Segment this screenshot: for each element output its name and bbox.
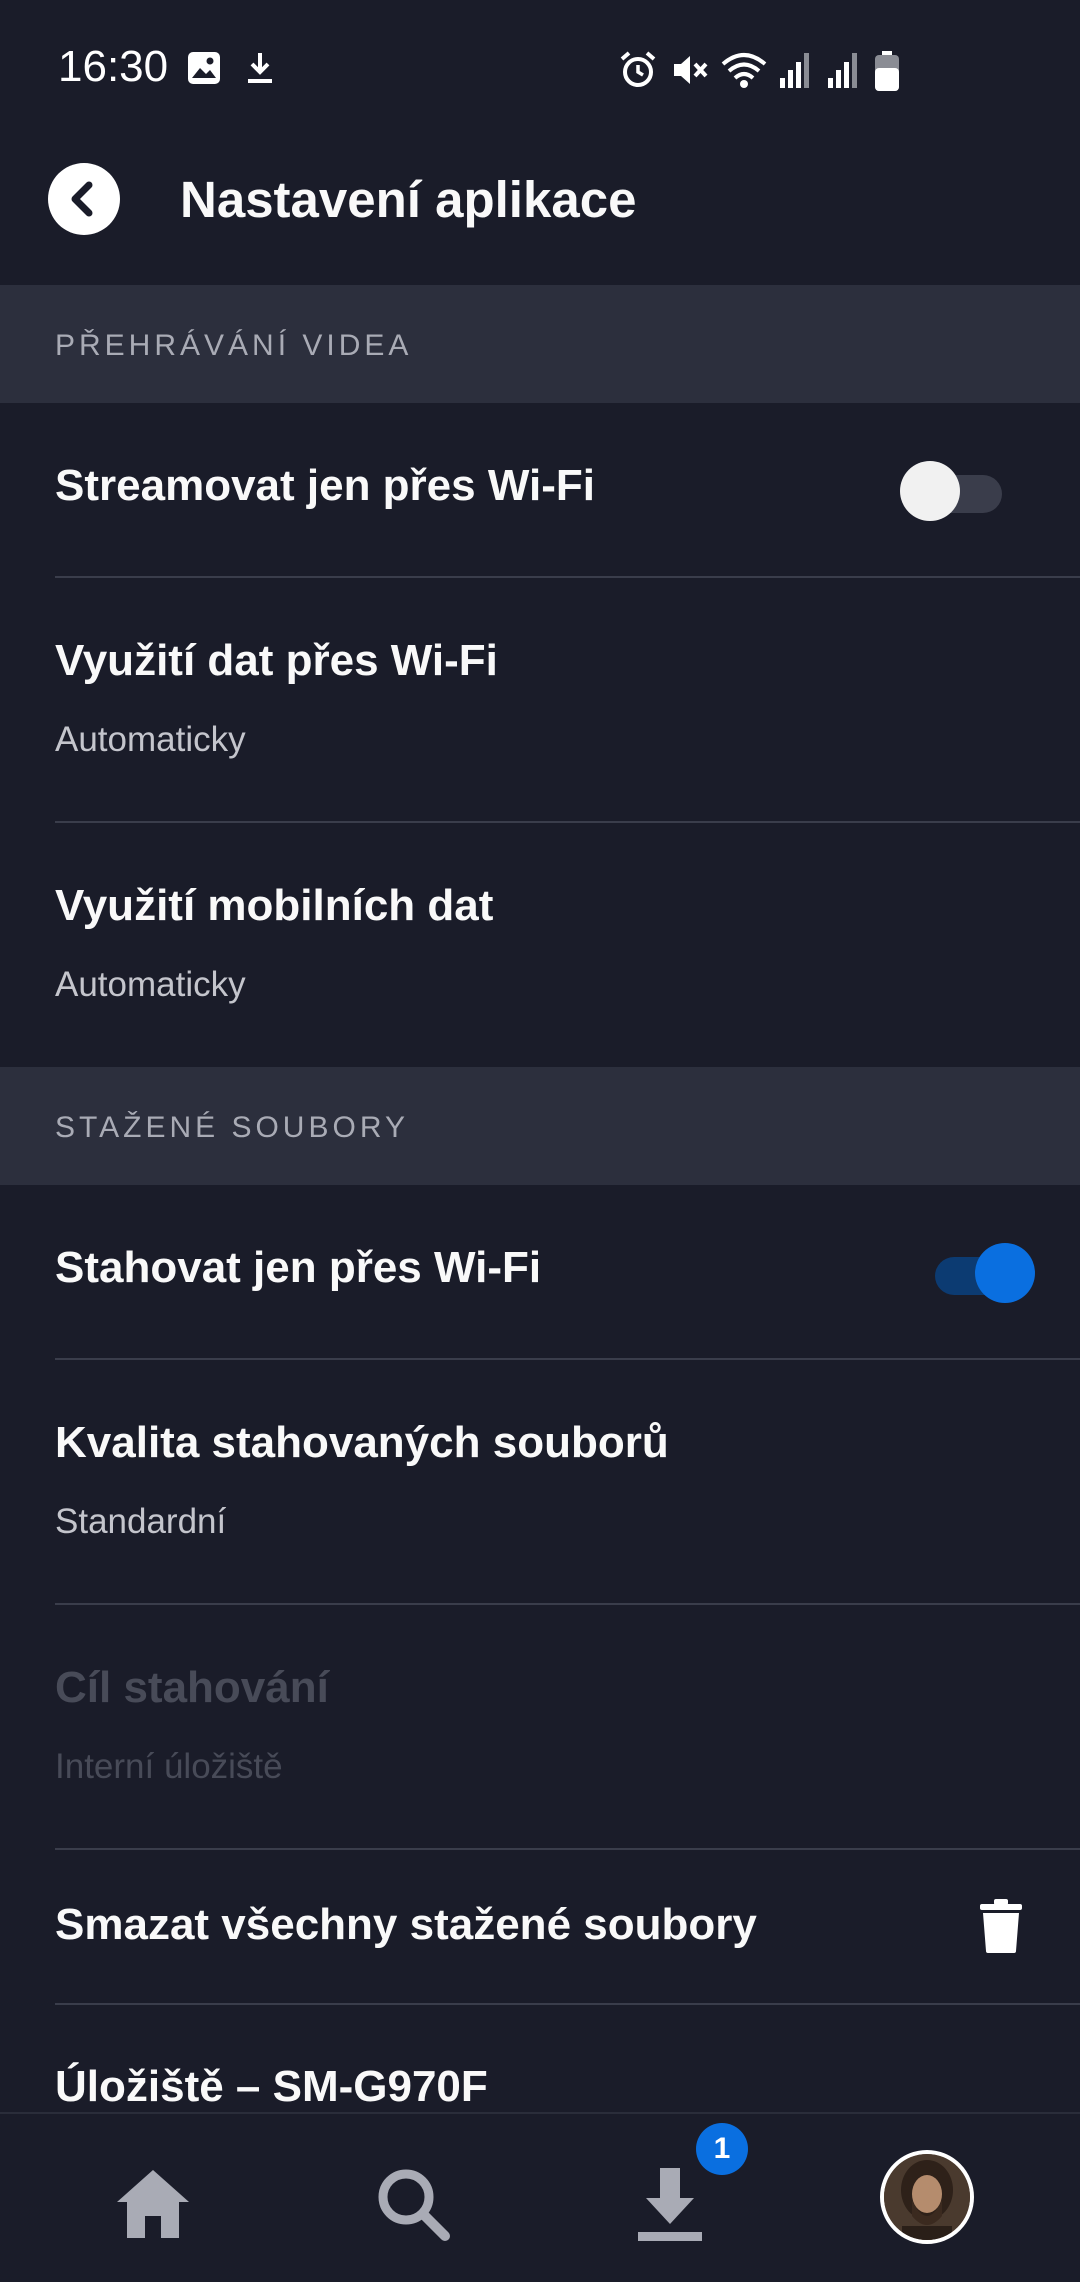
setting-value: Interní úložiště — [55, 1747, 283, 1786]
status-time: 16:30 — [58, 42, 169, 91]
setting-download-destination: Cíl stahování Interní úložiště — [0, 1605, 1080, 1849]
status-bar: 16:30 — [0, 0, 1080, 140]
profile-picture — [884, 2154, 970, 2240]
alarm-icon — [620, 51, 656, 87]
setting-title: Streamovat jen přes Wi-Fi — [55, 461, 595, 510]
setting-title: Kvalita stahovaných souborů — [55, 1418, 669, 1467]
trash-icon[interactable] — [979, 1898, 1023, 1954]
setting-value: Automaticky — [55, 965, 246, 1004]
setting-mobile-data[interactable]: Využití mobilních dat Automaticky — [0, 823, 1080, 1067]
section-header-label: PŘEHRÁVÁNÍ VIDEA — [55, 329, 413, 362]
download-icon — [248, 53, 272, 83]
section-header-downloads: STAŽENÉ SOUBORY — [0, 1067, 1080, 1185]
setting-download-wifi[interactable]: Stahovat jen přes Wi-Fi — [0, 1185, 1080, 1360]
battery-icon — [875, 51, 899, 91]
setting-stream-wifi[interactable]: Streamovat jen přes Wi-Fi — [0, 403, 1080, 578]
app-bar: Nastavení aplikace — [0, 140, 1080, 285]
setting-title: Smazat všechny stažené soubory — [55, 1900, 757, 1949]
signal-icon — [828, 53, 857, 88]
setting-download-quality[interactable]: Kvalita stahovaných souborů Standardní — [0, 1360, 1080, 1604]
stream-wifi-toggle[interactable] — [900, 458, 1010, 524]
mute-icon — [674, 56, 708, 84]
section-header-video: PŘEHRÁVÁNÍ VIDEA — [0, 285, 1080, 403]
setting-title: Využití mobilních dat — [55, 881, 494, 930]
nav-search[interactable] — [333, 2114, 493, 2282]
setting-wifi-data[interactable]: Využití dat přes Wi-Fi Automaticky — [0, 578, 1080, 822]
home-icon — [117, 2170, 189, 2238]
toggle-knob — [900, 461, 960, 521]
download-icon — [638, 2168, 702, 2241]
setting-title: Stahovat jen přes Wi-Fi — [55, 1243, 542, 1292]
setting-value: Standardní — [55, 1502, 227, 1541]
setting-value: Automaticky — [55, 720, 246, 759]
page-title: Nastavení aplikace — [180, 171, 637, 228]
chevron-left-icon — [71, 181, 93, 217]
section-header-label: STAŽENÉ SOUBORY — [55, 1111, 409, 1144]
downloads-badge: 1 — [696, 2123, 748, 2175]
avatar[interactable] — [880, 2150, 974, 2244]
back-button[interactable] — [48, 163, 120, 235]
setting-title: Využití dat přes Wi-Fi — [55, 636, 498, 685]
nav-home[interactable] — [73, 2114, 233, 2282]
setting-title: Cíl stahování — [55, 1663, 329, 1712]
image-icon — [188, 52, 220, 84]
download-wifi-toggle[interactable] — [925, 1240, 1035, 1306]
wifi-icon — [721, 53, 767, 88]
toggle-knob — [975, 1243, 1035, 1303]
setting-title: Úložiště – SM-G970F — [55, 2062, 488, 2111]
signal-icon — [780, 53, 809, 88]
setting-storage[interactable]: Úložiště – SM-G970F — [0, 2005, 1080, 2112]
search-icon — [378, 2169, 450, 2241]
setting-delete-all[interactable]: Smazat všechny stažené soubory — [0, 1850, 1080, 2005]
